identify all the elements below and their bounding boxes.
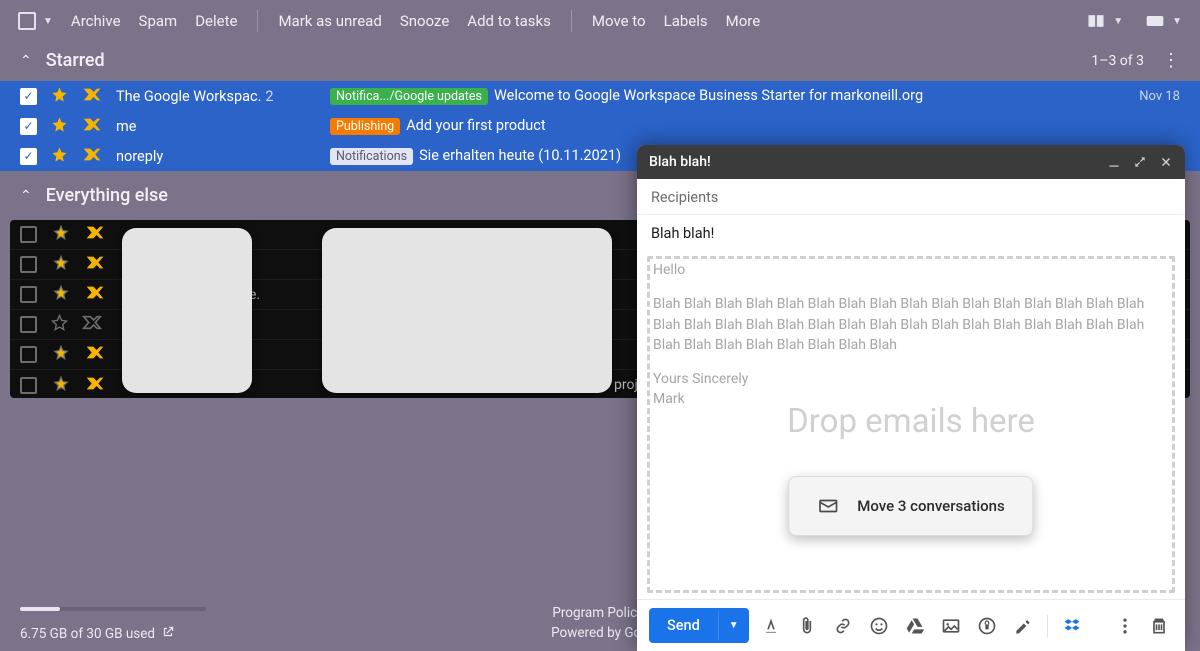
row-checkbox[interactable]: ✓: [20, 118, 37, 135]
important-icon[interactable]: [82, 315, 102, 334]
minimize-icon[interactable]: [1107, 155, 1121, 169]
program-policies-link[interactable]: Program Policie: [551, 603, 649, 623]
row-checkbox[interactable]: [20, 286, 37, 303]
important-icon[interactable]: [82, 147, 102, 166]
mail-row[interactable]: ✓ me Publishing Add your first product: [0, 111, 1200, 141]
archive-button[interactable]: Archive: [71, 12, 121, 30]
image-icon[interactable]: [937, 616, 965, 636]
thread-count: 2: [265, 88, 273, 105]
collapse-ee-icon[interactable]: ⌃: [20, 188, 32, 204]
subject-fragment: proj: [614, 377, 638, 393]
subject-text: Add your first product: [406, 117, 545, 134]
label-badge[interactable]: Notifications: [330, 148, 413, 165]
star-icon[interactable]: [51, 285, 71, 304]
row-checkbox[interactable]: [20, 226, 37, 243]
format-text-icon[interactable]: [757, 616, 785, 636]
labels-button[interactable]: Labels: [664, 12, 708, 30]
row-checkbox[interactable]: [20, 316, 37, 333]
important-icon[interactable]: [85, 345, 105, 364]
important-icon[interactable]: [85, 225, 105, 244]
fullscreen-icon[interactable]: [1133, 155, 1147, 169]
send-button[interactable]: Send: [649, 608, 718, 643]
body-signoff: Yours Sincerely: [653, 369, 1169, 389]
compose-window: Blah blah! Recipients Blah blah! Hello B…: [637, 145, 1185, 651]
star-icon[interactable]: [51, 116, 68, 137]
section-ee-title: Everything else: [46, 185, 168, 206]
important-icon[interactable]: [85, 376, 105, 395]
attach-icon[interactable]: [793, 616, 821, 636]
emoji-icon[interactable]: [865, 616, 893, 636]
attachment-thumbnail[interactable]: [322, 228, 612, 393]
section-menu-icon[interactable]: ⋮: [1162, 50, 1180, 71]
discard-icon[interactable]: [1145, 616, 1173, 636]
star-icon[interactable]: [51, 376, 71, 395]
split-pane-icon[interactable]: ▼: [1086, 11, 1123, 31]
subject-text: Sie erhalten heute (10.11.2021): [419, 147, 621, 164]
move-conversations-text: Move 3 conversations: [857, 497, 1004, 515]
label-badge[interactable]: Notifica.../Google updates: [330, 88, 488, 105]
star-icon[interactable]: [51, 225, 71, 244]
delete-button[interactable]: Delete: [195, 12, 237, 30]
star-icon[interactable]: [51, 314, 68, 335]
powered-by-text: Powered by Goo: [551, 623, 649, 643]
storage-text: 6.75 GB of 30 GB used: [20, 626, 155, 642]
collapse-starred-icon[interactable]: ⌃: [20, 53, 32, 69]
important-icon[interactable]: [82, 117, 102, 136]
more-options-icon[interactable]: [1111, 616, 1139, 636]
star-icon[interactable]: [51, 255, 71, 274]
send-options-button[interactable]: ▼: [718, 611, 749, 640]
close-icon[interactable]: [1159, 155, 1173, 169]
row-checkbox[interactable]: [20, 346, 37, 363]
row-checkbox[interactable]: ✓: [20, 148, 37, 165]
add-to-tasks-button[interactable]: Add to tasks: [467, 12, 551, 30]
snooze-button[interactable]: Snooze: [400, 12, 449, 30]
select-all-checkbox[interactable]: ▼: [18, 12, 53, 30]
body-greeting: Hello: [653, 260, 1169, 280]
row-checkbox[interactable]: ✓: [20, 88, 37, 105]
dropbox-icon[interactable]: [1058, 616, 1086, 636]
sender-name: noreply: [116, 148, 316, 165]
subject-field[interactable]: Blah blah!: [637, 215, 1185, 252]
keyboard-icon[interactable]: ▼: [1145, 11, 1182, 31]
subject-text: Welcome to Google Workspace Business Sta…: [494, 87, 923, 104]
star-icon[interactable]: [51, 146, 68, 167]
sender-name: me: [116, 118, 316, 135]
drive-icon[interactable]: [901, 616, 929, 636]
mail-row[interactable]: ✓ The Google Workspac.2 Notifica.../Goog…: [0, 81, 1200, 111]
spam-button[interactable]: Spam: [139, 12, 178, 30]
mark-unread-button[interactable]: Mark as unread: [278, 12, 381, 30]
separator: [1047, 615, 1048, 637]
compose-title: Blah blah!: [649, 154, 711, 170]
starred-range: 1–3 of 3: [1091, 53, 1144, 69]
external-link-icon[interactable]: [161, 625, 175, 643]
section-starred-title: Starred: [46, 50, 105, 71]
link-icon[interactable]: [829, 616, 857, 636]
confidential-icon[interactable]: [973, 616, 1001, 636]
more-button[interactable]: More: [726, 12, 761, 30]
attachment-thumbnail[interactable]: [122, 228, 252, 393]
mail-date: Nov 18: [1139, 89, 1180, 104]
move-conversations-card[interactable]: Move 3 conversations: [788, 476, 1033, 536]
sender-name: The Google Workspac.: [116, 88, 261, 105]
important-icon[interactable]: [85, 285, 105, 304]
move-to-button[interactable]: Move to: [592, 12, 646, 30]
important-icon[interactable]: [82, 87, 102, 106]
signature-icon[interactable]: [1009, 616, 1037, 636]
star-icon[interactable]: [51, 86, 68, 107]
compose-body[interactable]: Hello Blah Blah Blah Blah Blah Blah Blah…: [637, 252, 1185, 599]
separator: [571, 10, 572, 32]
recipients-field[interactable]: Recipients: [637, 179, 1185, 215]
important-icon[interactable]: [85, 255, 105, 274]
row-checkbox[interactable]: [20, 256, 37, 273]
label-badge[interactable]: Publishing: [330, 118, 400, 135]
row-checkbox[interactable]: [20, 377, 37, 394]
star-icon[interactable]: [51, 345, 71, 364]
separator: [257, 10, 258, 32]
body-paragraph: Blah Blah Blah Blah Blah Blah Blah Blah …: [653, 294, 1169, 355]
drop-label: Drop emails here: [787, 402, 1035, 441]
